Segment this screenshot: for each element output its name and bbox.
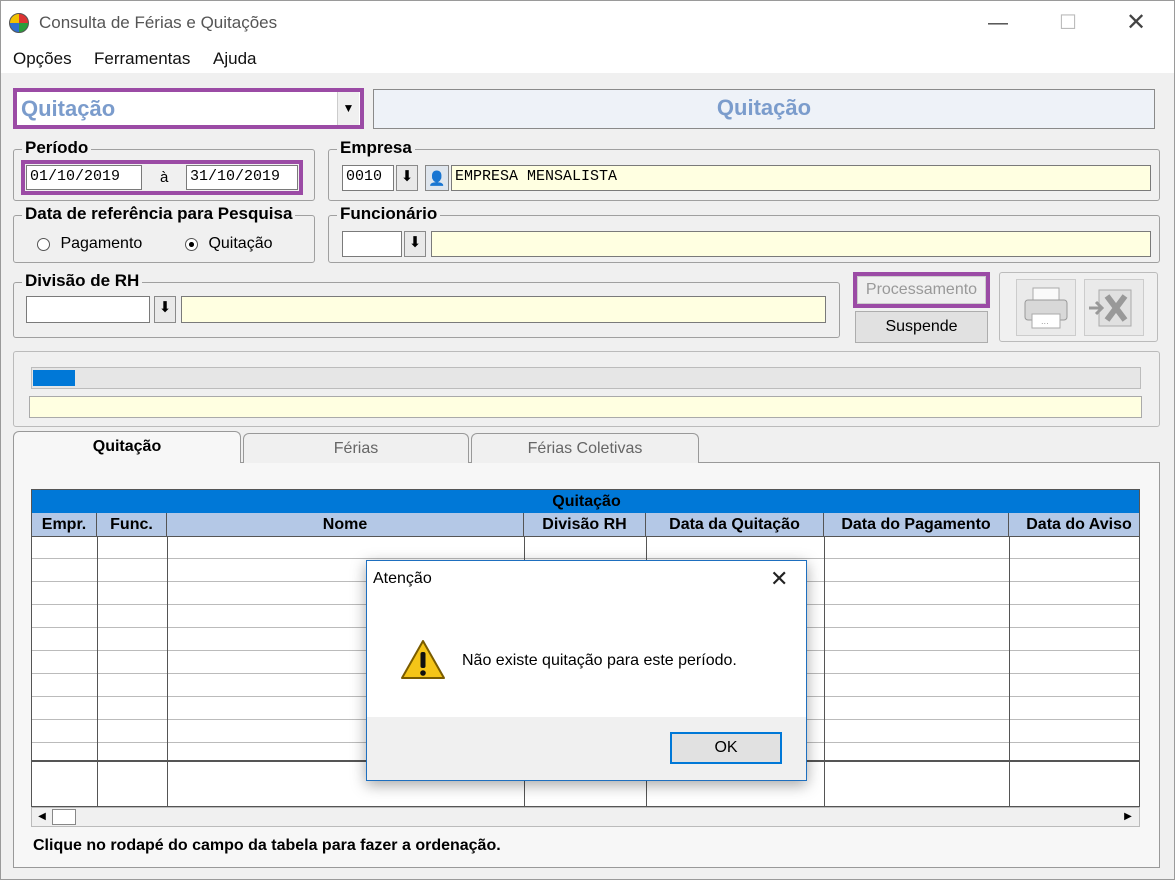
grid-col-line bbox=[167, 537, 168, 806]
periodo-separator: à bbox=[160, 169, 169, 186]
funcionario-name-field bbox=[431, 231, 1151, 257]
printer-icon: ... bbox=[1024, 287, 1068, 329]
close-button[interactable]: ✕ bbox=[1113, 5, 1159, 41]
divisao-code-field[interactable] bbox=[26, 296, 150, 323]
horizontal-scrollbar[interactable]: ◀ ▶ bbox=[31, 807, 1140, 827]
excel-icon bbox=[1089, 289, 1132, 327]
status-field bbox=[29, 396, 1142, 418]
grid-col-line bbox=[97, 537, 98, 806]
scroll-left-icon[interactable]: ◀ bbox=[34, 809, 50, 825]
tab-ferias[interactable]: Férias bbox=[243, 433, 469, 463]
ok-button[interactable]: OK bbox=[670, 732, 782, 764]
funcionario-label: Funcionário bbox=[337, 204, 441, 224]
empresa-code-field[interactable]: 0010 bbox=[342, 165, 394, 191]
warning-icon bbox=[400, 639, 446, 681]
dialog-message: Não existe quitação para este período. bbox=[462, 652, 737, 669]
chevron-down-icon[interactable]: ▼ bbox=[337, 92, 359, 125]
column-header-data-aviso[interactable]: Data do Aviso bbox=[1009, 513, 1139, 537]
dialog-close-icon[interactable]: ✕ bbox=[770, 566, 788, 592]
minimize-button[interactable]: — bbox=[975, 5, 1021, 41]
main-window: Consulta de Férias e Quitações — ☐ ✕ Opç… bbox=[0, 0, 1175, 880]
column-header-nome[interactable]: Nome bbox=[167, 513, 524, 537]
radio-quitacao-label: Quitação bbox=[208, 235, 273, 252]
dialog-title: Atenção bbox=[373, 570, 432, 587]
title-bar[interactable]: Consulta de Férias e Quitações — ☐ ✕ bbox=[1, 1, 1174, 45]
radio-pagamento[interactable]: Pagamento bbox=[37, 235, 142, 253]
funcionario-code-field[interactable] bbox=[342, 231, 402, 257]
mode-select-value: Quitação bbox=[21, 96, 116, 121]
periodo-to-field[interactable]: 31/10/2019 bbox=[186, 165, 298, 190]
mode-title: Quitação bbox=[373, 89, 1155, 129]
empresa-name-field: EMPRESA MENSALISTA bbox=[451, 165, 1151, 191]
processamento-button[interactable]: Processamento bbox=[857, 276, 986, 304]
svg-text:...: ... bbox=[1041, 317, 1049, 326]
progress-bar bbox=[31, 367, 1141, 389]
menu-bar: Opções Ferramentas Ajuda bbox=[1, 45, 1174, 73]
grid-row-line bbox=[32, 558, 1139, 559]
menu-opcoes[interactable]: Opções bbox=[13, 49, 72, 69]
scroll-right-icon[interactable]: ▶ bbox=[1120, 809, 1136, 825]
scroll-thumb[interactable] bbox=[52, 809, 76, 825]
menu-ajuda[interactable]: Ajuda bbox=[213, 49, 256, 69]
data-ref-label: Data de referência para Pesquisa bbox=[22, 204, 296, 224]
alert-dialog: Atenção ✕ Não existe quitação para este … bbox=[366, 560, 807, 781]
divisao-lookup-icon[interactable]: ⬇ bbox=[154, 296, 176, 323]
print-button[interactable]: ... bbox=[1016, 279, 1076, 336]
menu-ferramentas[interactable]: Ferramentas bbox=[94, 49, 190, 69]
empresa-lookup-icon[interactable]: ⬇ bbox=[396, 165, 418, 191]
periodo-from-field[interactable]: 01/10/2019 bbox=[26, 165, 142, 190]
grid-col-line bbox=[1009, 537, 1010, 806]
column-header-func[interactable]: Func. bbox=[97, 513, 167, 537]
column-header-empr[interactable]: Empr. bbox=[32, 513, 97, 537]
column-header-data-pagamento[interactable]: Data do Pagamento bbox=[824, 513, 1009, 537]
divisao-name-field bbox=[181, 296, 826, 323]
mode-select[interactable]: Quitação ▼ bbox=[17, 92, 360, 125]
divisao-label: Divisão de RH bbox=[22, 271, 143, 291]
empresa-label: Empresa bbox=[337, 138, 415, 158]
column-header-data-quitacao[interactable]: Data da Quitação bbox=[646, 513, 824, 537]
window-title: Consulta de Férias e Quitações bbox=[39, 13, 278, 32]
excel-export-button[interactable] bbox=[1084, 279, 1144, 336]
tab-ferias-coletivas[interactable]: Férias Coletivas bbox=[471, 433, 699, 463]
radio-selected-icon[interactable] bbox=[185, 237, 198, 251]
maximize-button[interactable]: ☐ bbox=[1045, 5, 1091, 41]
grid-col-line bbox=[824, 537, 825, 806]
progress-fill bbox=[33, 370, 75, 386]
column-header-divisao[interactable]: Divisão RH bbox=[524, 513, 646, 537]
periodo-label: Período bbox=[22, 138, 92, 158]
person-search-icon[interactable]: 👤 bbox=[425, 165, 449, 191]
funcionario-lookup-icon[interactable]: ⬇ bbox=[404, 231, 426, 257]
dialog-footer: OK bbox=[367, 717, 806, 780]
app-icon bbox=[9, 13, 29, 33]
suspende-button[interactable]: Suspende bbox=[855, 311, 988, 343]
radio-quitacao[interactable]: Quitação bbox=[185, 235, 273, 253]
tab-quitacao[interactable]: Quitação bbox=[13, 431, 241, 463]
radio-icon[interactable] bbox=[37, 237, 50, 251]
grid-banner: Quitação bbox=[32, 490, 1139, 513]
radio-pagamento-label: Pagamento bbox=[60, 235, 143, 252]
footer-hint: Clique no rodapé do campo da tabela para… bbox=[33, 837, 501, 854]
